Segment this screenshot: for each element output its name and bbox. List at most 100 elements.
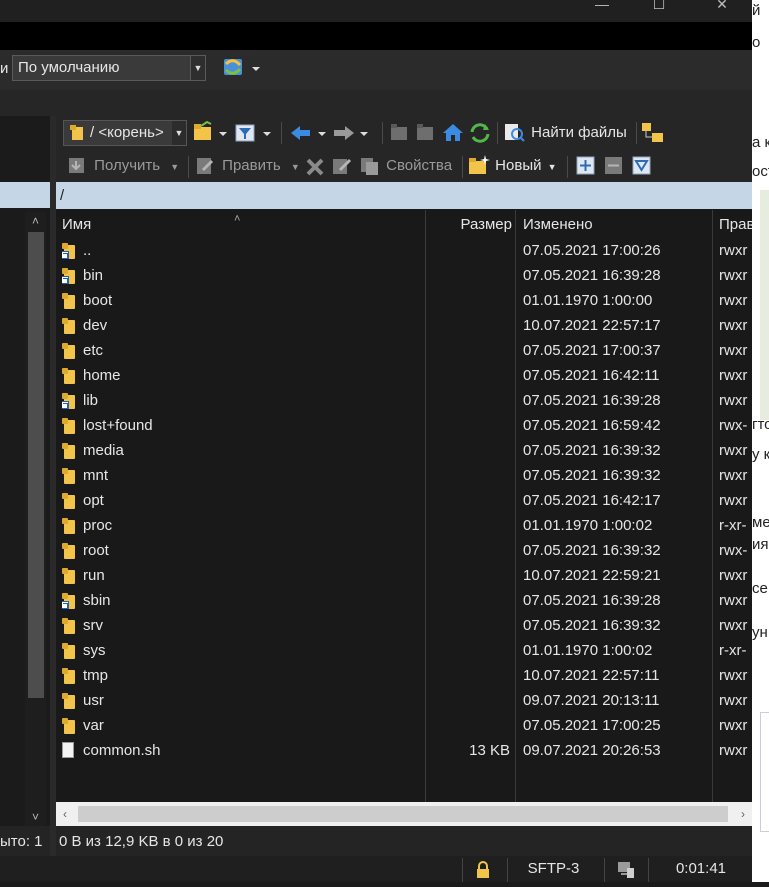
table-row[interactable]: sys 01.01.1970 1:00:02 r-xr- bbox=[56, 638, 752, 663]
column-name-header[interactable]: Имя bbox=[62, 212, 91, 238]
find-files-button[interactable]: Найти файлы bbox=[503, 120, 627, 146]
scroll-down-icon[interactable]: ˅ bbox=[25, 808, 46, 826]
table-row[interactable]: boot 01.01.1970 1:00:00 rwxr bbox=[56, 288, 752, 313]
table-row[interactable]: home 07.05.2021 16:42:11 rwxr bbox=[56, 363, 752, 388]
file-perms: rwxr bbox=[719, 717, 748, 734]
delete-button[interactable] bbox=[304, 153, 326, 179]
sync-button[interactable] bbox=[218, 55, 264, 81]
file-modified: 07.05.2021 17:00:37 bbox=[523, 342, 661, 359]
new-label: Новый bbox=[495, 157, 542, 174]
folder-shape bbox=[62, 343, 75, 359]
table-row[interactable]: .. 07.05.2021 17:00:26 rwxr bbox=[56, 238, 752, 263]
forward-button[interactable] bbox=[330, 120, 372, 146]
remote-horizontal-scrollbar[interactable]: ‹ › bbox=[56, 802, 752, 826]
file-name: .. bbox=[83, 242, 92, 259]
table-row[interactable]: lib 07.05.2021 16:39:28 rwxr bbox=[56, 388, 752, 413]
scroll-thumb[interactable] bbox=[28, 232, 44, 698]
close-button[interactable]: ✕ bbox=[707, 0, 737, 12]
refresh-button[interactable] bbox=[468, 120, 492, 146]
file-size bbox=[426, 313, 510, 338]
properties-button[interactable]: Свойства bbox=[358, 153, 452, 179]
parent-folder-icon bbox=[62, 238, 76, 263]
scroll-thumb[interactable] bbox=[78, 806, 728, 822]
table-row[interactable]: mnt 07.05.2021 16:39:32 rwxr bbox=[56, 463, 752, 488]
table-row[interactable]: etc 07.05.2021 17:00:37 rwxr bbox=[56, 338, 752, 363]
scroll-left-icon[interactable]: ‹ bbox=[56, 802, 74, 826]
parent-dir-button[interactable] bbox=[388, 120, 410, 146]
back-button[interactable] bbox=[288, 120, 330, 146]
table-row[interactable]: common.sh 13 KB 09.07.2021 20:26:53 rwxr bbox=[56, 738, 752, 763]
remote-path-select[interactable]: / <корень> ▼ bbox=[63, 120, 187, 146]
local-path-bar bbox=[0, 182, 50, 208]
folder-link-icon bbox=[62, 588, 76, 613]
minimize-button[interactable]: — bbox=[587, 0, 617, 12]
unselect-all-button[interactable] bbox=[604, 153, 624, 179]
tree-icon bbox=[642, 123, 663, 142]
column-size-header[interactable]: Размер bbox=[426, 212, 512, 238]
file-name: bin bbox=[83, 267, 104, 284]
table-row[interactable]: sbin 07.05.2021 16:39:28 rwxr bbox=[56, 588, 752, 613]
filter-button[interactable] bbox=[234, 120, 274, 146]
table-row[interactable]: lost+found 07.05.2021 16:59:42 rwx- bbox=[56, 413, 752, 438]
table-row[interactable]: usr 09.07.2021 20:13:11 rwxr bbox=[56, 688, 752, 713]
file-perms: rwx- bbox=[719, 417, 748, 434]
file-name: opt bbox=[83, 492, 104, 509]
file-name: var bbox=[83, 717, 104, 734]
session-select[interactable]: По умолчанию ▼ bbox=[12, 55, 206, 81]
bg-tile bbox=[760, 190, 769, 420]
table-row[interactable]: root 07.05.2021 16:39:32 rwx- bbox=[56, 538, 752, 563]
table-row[interactable]: srv 07.05.2021 16:39:32 rwxr bbox=[56, 613, 752, 638]
tree-toggle-button[interactable] bbox=[640, 120, 666, 146]
file-name: run bbox=[83, 567, 105, 584]
file-modified: 09.07.2021 20:26:53 bbox=[523, 742, 661, 759]
folder-icon bbox=[62, 713, 76, 738]
table-row[interactable]: bin 07.05.2021 16:39:28 rwxr bbox=[56, 263, 752, 288]
toolbar-separator bbox=[281, 122, 282, 144]
refresh-icon bbox=[470, 123, 490, 143]
file-size bbox=[426, 263, 510, 288]
table-row[interactable]: var 07.05.2021 17:00:25 rwxr bbox=[56, 713, 752, 738]
rename-button[interactable] bbox=[330, 153, 354, 179]
new-button[interactable]: Новый ▼ bbox=[467, 153, 557, 179]
scroll-up-icon[interactable]: ˄ bbox=[25, 212, 46, 230]
file-size bbox=[426, 438, 510, 463]
local-scrollbar[interactable]: ˄ ˅ bbox=[25, 212, 46, 826]
filter-select-button[interactable] bbox=[632, 153, 652, 179]
root-dir-button[interactable] bbox=[414, 120, 436, 146]
column-modified-header[interactable]: Изменено bbox=[523, 212, 593, 238]
table-row[interactable]: tmp 10.07.2021 22:57:11 rwxr bbox=[56, 663, 752, 688]
file-size bbox=[426, 663, 510, 688]
select-all-button[interactable] bbox=[576, 153, 596, 179]
toolbar-spacer bbox=[0, 90, 752, 116]
edit-button[interactable]: Править ▼ bbox=[194, 153, 300, 179]
maximize-button[interactable]: ☐ bbox=[644, 0, 674, 12]
bg-text: о bbox=[752, 34, 761, 51]
table-row[interactable]: opt 07.05.2021 16:42:17 rwxr bbox=[56, 488, 752, 513]
table-row[interactable]: dev 10.07.2021 22:57:17 rwxr bbox=[56, 313, 752, 338]
file-size: 13 KB bbox=[469, 742, 510, 759]
arrow-right-icon bbox=[334, 126, 368, 140]
download-button[interactable]: Получить ▼ bbox=[66, 153, 179, 179]
folder-shape bbox=[62, 568, 75, 584]
table-row[interactable]: proc 01.01.1970 1:00:02 r-xr- bbox=[56, 513, 752, 538]
table-row[interactable]: media 07.05.2021 16:39:32 rwxr bbox=[56, 438, 752, 463]
file-perms: rwxr bbox=[719, 567, 748, 584]
file-icon bbox=[62, 738, 76, 763]
remote-path-bar[interactable]: / bbox=[56, 182, 752, 209]
folder-link-icon bbox=[62, 263, 76, 288]
file-name: media bbox=[83, 442, 124, 459]
scroll-right-icon[interactable]: › bbox=[734, 802, 752, 826]
download-label: Получить bbox=[94, 157, 161, 174]
toolbar-separator bbox=[636, 122, 637, 144]
file-modified: 07.05.2021 16:39:28 bbox=[523, 392, 661, 409]
home-icon bbox=[443, 124, 463, 141]
folder-icon bbox=[62, 513, 76, 538]
folder-link-icon bbox=[62, 388, 76, 413]
home-dir-button[interactable] bbox=[441, 120, 465, 146]
file-name: sbin bbox=[83, 592, 111, 609]
column-perms-header[interactable]: Прав bbox=[719, 212, 752, 238]
table-row[interactable]: run 10.07.2021 22:59:21 rwxr bbox=[56, 563, 752, 588]
open-folder-button[interactable] bbox=[192, 120, 230, 146]
session-select-value: По умолчанию bbox=[18, 59, 120, 76]
folder-icon bbox=[70, 125, 83, 140]
